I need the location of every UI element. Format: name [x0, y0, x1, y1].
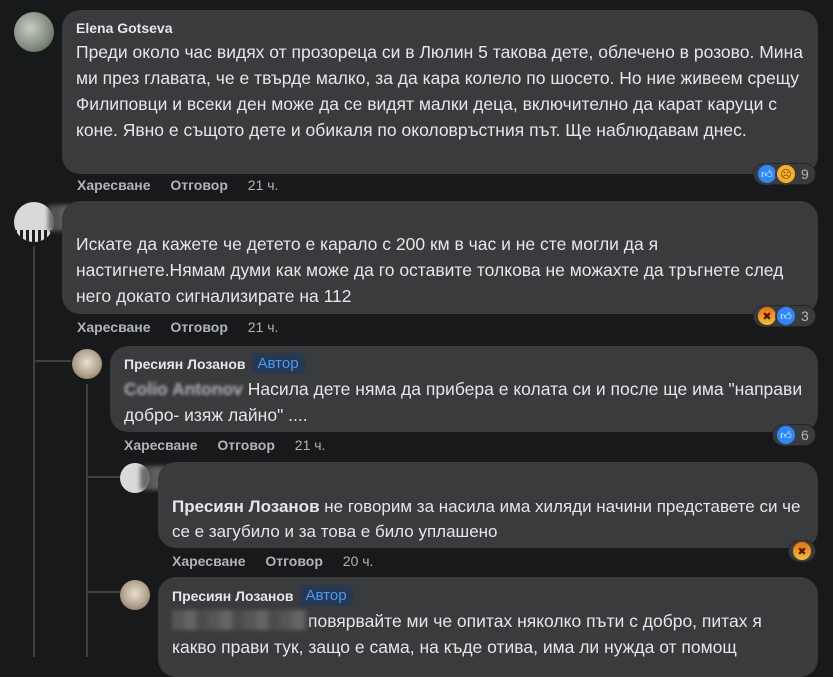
- reply-button[interactable]: Отговор: [170, 177, 227, 193]
- comment-timestamp[interactable]: 21 ч.: [248, 319, 279, 335]
- comment-actions: Харесване Отговор 21 ч.: [77, 177, 278, 193]
- thread-branch: [35, 360, 71, 362]
- reaction-count: 3: [801, 308, 809, 324]
- comment-text: Пресиян Лозанов не говорим за насила има…: [172, 494, 804, 544]
- reply-button[interactable]: Отговор: [170, 319, 227, 335]
- author-name[interactable]: Пресиян Лозанов: [124, 356, 246, 372]
- reaction-summary[interactable]: ✖ 👍︎ 3: [753, 305, 816, 327]
- mention-link[interactable]: Colio Antonov: [124, 379, 243, 399]
- thread-branch: [88, 476, 120, 478]
- comment-bubble: Искате да кажете че детето е карало с 20…: [62, 201, 818, 314]
- reaction-summary[interactable]: 👍︎ 6: [772, 424, 816, 446]
- comment-bubble: Пресиян Лозанов не говорим за насила има…: [158, 462, 818, 548]
- mention-redacted: [172, 610, 308, 630]
- comment-bubble: Пресиян Лозанов Автор повярвайте ми че оп…: [158, 577, 818, 677]
- comment-actions: Харесване Отговор 20 ч.: [172, 553, 373, 569]
- author-badge: Автор: [251, 353, 305, 374]
- comment-author[interactable]: Elena Gotseva: [76, 20, 804, 36]
- thread-branch: [33, 336, 35, 362]
- like-button[interactable]: Харесване: [172, 553, 246, 569]
- comment-bubble: Пресиян Лозанов Автор Colio Antonov Насил…: [110, 346, 818, 432]
- comment-author[interactable]: Пресиян Лозанов Автор: [172, 585, 804, 606]
- sad-icon: ☹: [775, 163, 797, 185]
- like-icon: 👍︎: [775, 424, 797, 446]
- thread-branch: [88, 591, 120, 593]
- like-icon: 👍︎: [775, 305, 797, 327]
- author-name[interactable]: Пресиян Лозанов: [172, 588, 294, 604]
- reaction-summary[interactable]: 👍︎ ☹ 9: [753, 163, 816, 185]
- reaction-summary[interactable]: ✖: [788, 540, 816, 562]
- avatar[interactable]: [72, 349, 102, 379]
- thread-line: [33, 246, 35, 657]
- like-button[interactable]: Харесване: [124, 437, 198, 453]
- comment-text: повярвайте ми че опитах няколко пъти с д…: [172, 608, 804, 660]
- mention-link[interactable]: Пресиян Лозанов: [172, 497, 320, 516]
- comment-actions: Харесване Отговор 21 ч.: [77, 319, 278, 335]
- thread-line: [86, 384, 88, 657]
- like-button[interactable]: Харесване: [77, 177, 151, 193]
- reply-button[interactable]: Отговор: [265, 553, 322, 569]
- comment-bubble: Elena Gotseva Преди около час видях от п…: [62, 10, 818, 174]
- comment-text: Colio Antonov Насила дете няма да прибер…: [124, 376, 804, 428]
- comment-timestamp[interactable]: 21 ч.: [295, 437, 326, 453]
- comment-actions: Харесване Отговор 21 ч.: [124, 437, 325, 453]
- reply-button[interactable]: Отговор: [217, 437, 274, 453]
- comment-timestamp[interactable]: 21 ч.: [248, 177, 279, 193]
- comment-timestamp[interactable]: 20 ч.: [343, 553, 374, 569]
- reaction-count: 6: [801, 427, 809, 443]
- author-badge: Автор: [299, 585, 353, 606]
- reaction-count: 9: [801, 166, 809, 182]
- like-button[interactable]: Харесване: [77, 319, 151, 335]
- angry-icon: ✖: [791, 540, 813, 562]
- avatar[interactable]: [120, 580, 150, 610]
- comment-text: Преди около час видях от прозореца си в …: [76, 42, 803, 140]
- avatar[interactable]: [14, 12, 54, 52]
- comment-author[interactable]: Пресиян Лозанов Автор: [124, 353, 804, 374]
- comment-text: Искате да кажете че детето е карало с 20…: [76, 234, 784, 306]
